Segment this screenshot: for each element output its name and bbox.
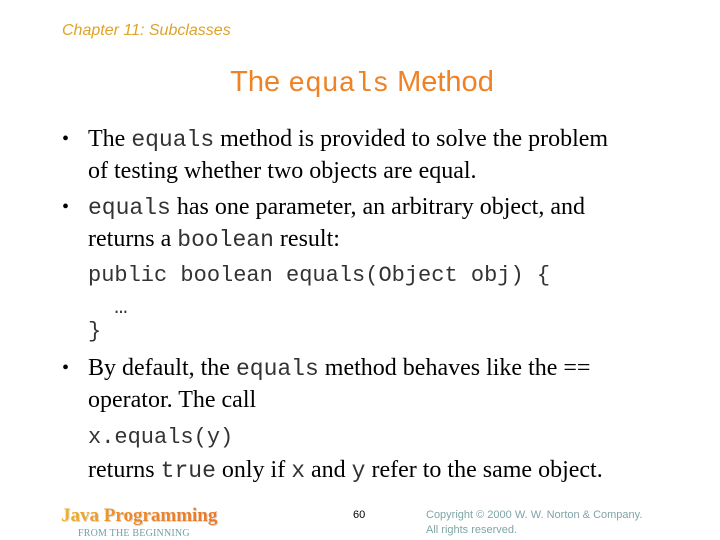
bullet-icon: • xyxy=(62,128,70,150)
title-code: equals xyxy=(288,69,390,100)
bullet-2-line-2: returns a boolean result: xyxy=(88,224,340,255)
bullet-1-line-1: The equals method is provided to solve t… xyxy=(88,124,608,155)
code-line-1: public boolean equals(Object obj) { xyxy=(88,263,551,288)
inline-code: equals xyxy=(235,356,319,382)
bullet-2-line-1: equals has one parameter, an arbitrary o… xyxy=(88,192,585,223)
copyright-line-1: Copyright © 2000 W. W. Norton & Company. xyxy=(426,509,643,521)
inline-code: equals xyxy=(88,195,171,221)
text: refer to the same object. xyxy=(365,457,603,483)
text: By default, the xyxy=(88,355,236,381)
page-number: 60 xyxy=(353,509,366,521)
text: only if xyxy=(215,457,292,483)
slide-title: The equals Method xyxy=(0,66,720,100)
inline-code: y xyxy=(351,458,366,484)
bullet-icon: • xyxy=(62,196,70,218)
title-post: Method xyxy=(389,66,494,98)
text: returns xyxy=(88,457,161,483)
bullet-icon: • xyxy=(62,357,70,379)
code-line-3: } xyxy=(88,319,102,344)
title-pre: The xyxy=(230,66,289,98)
bullet-3-line-4: returns true only if x and y refer to th… xyxy=(88,455,603,486)
text: The xyxy=(88,126,132,152)
text: returns a xyxy=(88,226,178,252)
text: result: xyxy=(273,226,340,252)
text: method is provided to solve the problem xyxy=(214,126,609,152)
bullet-3-line-2: operator. The call xyxy=(88,385,256,415)
inline-code: equals xyxy=(131,127,215,153)
text: method behaves like the == xyxy=(318,355,591,381)
copyright: Copyright © 2000 W. W. Norton & Company.… xyxy=(426,508,642,538)
text: and xyxy=(305,457,352,483)
bullet-3-code-line: x.equals(y) xyxy=(88,425,234,450)
chapter-header: Chapter 11: Subclasses xyxy=(62,22,231,39)
bullet-1-line-2: of testing whether two objects are equal… xyxy=(88,156,477,186)
text: operator. The call xyxy=(88,387,257,413)
inline-code: x xyxy=(291,458,306,484)
bullet-3-line-1: By default, the equals method behaves li… xyxy=(88,353,590,384)
logo-subtitle: FROM THE BEGINNING xyxy=(78,528,190,539)
copyright-line-2: All rights reserved. xyxy=(426,524,518,536)
text: has one parameter, an arbitrary object, … xyxy=(170,194,586,220)
inline-code: boolean xyxy=(177,227,274,253)
text: of testing whether two objects are equal… xyxy=(88,158,477,184)
java-programming-logo: Java Programming xyxy=(61,505,218,526)
inline-code: true xyxy=(160,458,216,484)
